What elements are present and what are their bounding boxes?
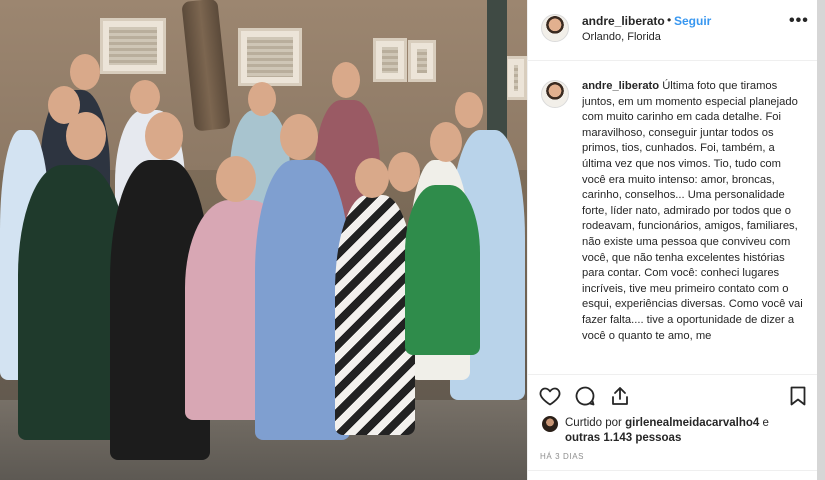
window xyxy=(238,28,302,86)
share-icon[interactable] xyxy=(608,384,632,408)
person-head xyxy=(216,156,256,202)
username-link[interactable]: andre_liberato xyxy=(582,14,665,28)
person-head xyxy=(280,114,318,160)
post-details-panel: andre_liberato • Seguir Orlando, Florida… xyxy=(528,0,817,480)
person xyxy=(335,195,415,435)
divider xyxy=(528,60,817,61)
person-head xyxy=(388,152,420,192)
likes-prefix: Curtido por xyxy=(565,417,622,429)
location-link[interactable]: Orlando, Florida xyxy=(582,31,661,43)
bookmark-icon[interactable] xyxy=(786,384,810,408)
person-head xyxy=(455,92,483,128)
comment-icon[interactable] xyxy=(573,384,597,408)
avatar[interactable] xyxy=(541,14,569,42)
person-head xyxy=(66,112,106,160)
caption-text: Última foto que tiramos juntos, em um mo… xyxy=(582,80,803,342)
likes-summary: Curtido por girlenealmeidacarvalho4 e ou… xyxy=(565,416,805,446)
follow-button[interactable]: Seguir xyxy=(674,14,711,28)
liker-avatar[interactable] xyxy=(542,416,558,432)
post-photo[interactable] xyxy=(0,0,527,480)
more-horizontal-icon[interactable]: ••• xyxy=(789,12,809,30)
person xyxy=(405,185,480,355)
person-head xyxy=(430,122,462,162)
person-head xyxy=(145,112,183,160)
person-head xyxy=(248,82,276,116)
avatar[interactable] xyxy=(541,80,569,108)
window xyxy=(408,40,436,82)
person-head xyxy=(355,158,389,198)
person-head xyxy=(332,62,360,98)
liker-username[interactable]: girlenealmeidacarvalho4 xyxy=(625,417,759,429)
pole xyxy=(487,0,507,150)
window xyxy=(373,38,407,82)
likes-conj: e xyxy=(762,417,769,429)
separator-dot: • xyxy=(667,13,672,27)
caption-username[interactable]: andre_liberato xyxy=(582,80,659,92)
divider xyxy=(528,470,817,471)
window xyxy=(100,18,166,74)
divider xyxy=(528,374,817,375)
window xyxy=(505,56,527,100)
heart-icon[interactable] xyxy=(538,384,562,408)
caption: andre_liberato Última foto que tiramos j… xyxy=(582,79,807,369)
person-head xyxy=(130,80,160,114)
likes-others-link[interactable]: outras 1.143 pessoas xyxy=(565,432,681,444)
person-head xyxy=(70,54,100,90)
post-timestamp[interactable]: HÁ 3 DIAS xyxy=(540,452,584,461)
page-edge xyxy=(817,0,825,480)
